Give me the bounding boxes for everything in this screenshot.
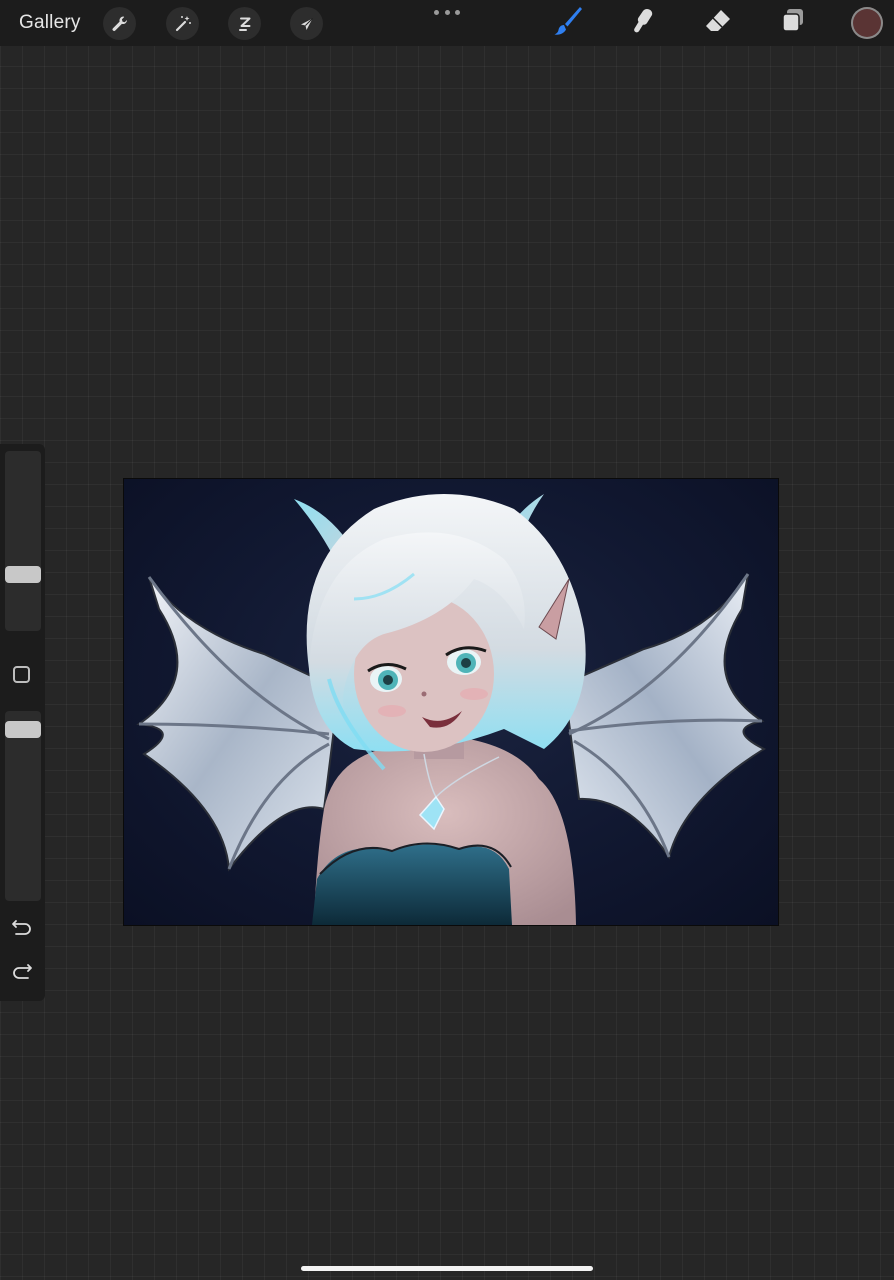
opacity-slider[interactable] [5,711,41,901]
eraser-icon [703,6,733,41]
actions-button[interactable] [103,7,136,40]
smudge-tool-button[interactable] [626,6,660,40]
layers-button[interactable] [776,6,810,40]
home-indicator[interactable] [301,1266,593,1271]
dot-icon [434,9,439,15]
artwork-illustration [136,494,767,925]
wrench-icon [110,14,130,34]
undo-icon [11,918,33,941]
opacity-slider-thumb[interactable] [5,721,41,738]
selection-button[interactable] [228,7,261,40]
drawing-canvas[interactable] [124,479,778,925]
transform-arrow-icon [297,14,317,34]
magic-wand-icon [173,14,193,34]
procreate-app: Gallery [0,0,894,1280]
layers-icon [778,6,808,41]
redo-icon [11,962,33,985]
brush-icon [551,4,585,43]
modify-square-icon[interactable] [13,666,30,683]
brush-size-slider-thumb[interactable] [5,566,41,583]
top-toolbar: Gallery [0,0,894,46]
adjustments-button[interactable] [166,7,199,40]
undo-button[interactable] [9,918,35,940]
paint-tool-button[interactable] [551,6,585,40]
dot-icon [444,9,450,15]
dot-icon [455,9,460,15]
transform-button[interactable] [290,7,323,40]
gallery-button[interactable]: Gallery [19,12,81,34]
color-picker-button[interactable] [851,7,883,39]
eraser-tool-button[interactable] [701,6,735,40]
smudge-icon [628,6,658,41]
redo-button[interactable] [9,962,35,984]
selection-icon [235,14,255,34]
left-sidebar [0,444,45,1001]
more-options-button[interactable] [434,6,460,18]
brush-size-slider[interactable] [5,451,41,631]
